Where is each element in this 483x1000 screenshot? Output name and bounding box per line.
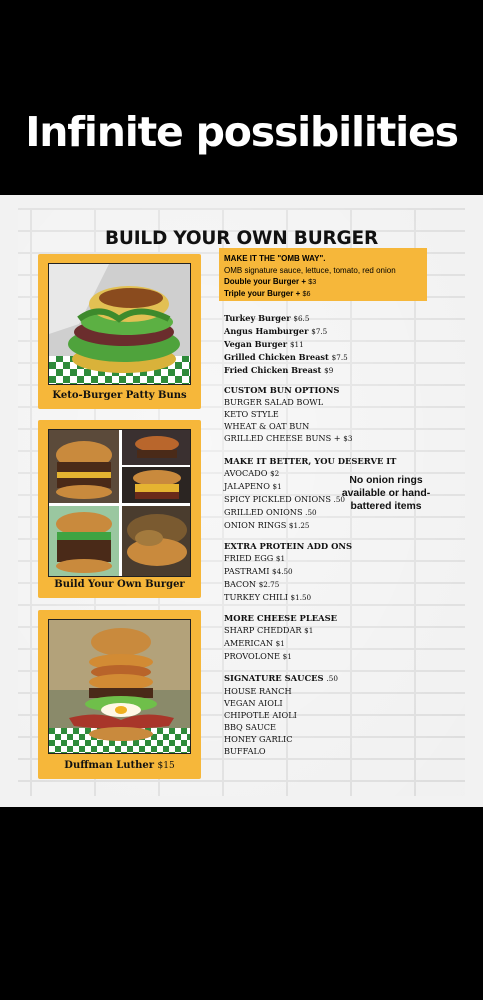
list-item: Fried Chicken Breast $9 — [224, 365, 334, 375]
list-item: Angus Hamburger $7.5 — [224, 326, 328, 336]
omb-triple: Triple your Burger + $6 — [224, 288, 311, 298]
list-item: BACON $2.75 — [224, 579, 280, 589]
section-heading: SIGNATURE SAUCES .50 — [224, 673, 338, 683]
extra-protein-section: EXTRA PROTEIN ADD ONS FRIED EGG $1 PASTR… — [224, 540, 352, 604]
list-item: BBQ SAUCE — [224, 722, 277, 732]
signature-sauces-section: SIGNATURE SAUCES .50 HOUSE RANCH VEGAN A… — [224, 672, 338, 757]
list-item: BURGER SALAD BOWL — [224, 397, 324, 407]
list-item: PROVOLONE $1 — [224, 651, 292, 661]
list-item: Grilled Chicken Breast $7.5 — [224, 352, 348, 362]
omb-double: Double your Burger + $3 — [224, 277, 317, 286]
menu-title: BUILD YOUR OWN BURGER — [104, 228, 379, 249]
section-heading: CUSTOM BUN OPTIONS — [224, 385, 340, 395]
list-item: PASTRAMI $4.50 — [224, 566, 293, 576]
list-item: GRILLED CHEESE BUNS + $3 — [224, 433, 353, 443]
duffman-luther-price: $15 — [157, 761, 175, 771]
duffman-luther-photo — [48, 619, 191, 754]
list-item: KETO STYLE — [224, 409, 279, 419]
headline: Infinite possibilities — [25, 108, 459, 156]
more-cheese-section: MORE CHEESE PLEASE SHARP CHEDDAR $1 AMER… — [224, 612, 337, 663]
list-item: Turkey Burger $6.5 — [224, 313, 310, 323]
list-item: FRIED EGG $1 — [224, 553, 286, 563]
omb-heading: MAKE IT THE "OMB WAY". — [224, 254, 326, 263]
bun-options-section: CUSTOM BUN OPTIONS BURGER SALAD BOWL KET… — [224, 384, 352, 445]
duffman-luther-name: Duffman Luther — [64, 760, 155, 771]
card-caption: Build Your Own Burger — [54, 579, 185, 590]
list-item: TURKEY CHILI $1.50 — [224, 592, 312, 602]
duffman-luther-card: Duffman Luther $15 — [38, 610, 201, 779]
keto-burger-card: Keto-Burger Patty Buns — [38, 254, 201, 409]
list-item: HOUSE RANCH — [224, 686, 292, 696]
list-item: CHIPOTLE AIOLI — [224, 710, 297, 720]
list-item: VEGAN AIOLI — [224, 698, 283, 708]
list-item: BUFFALO — [224, 746, 266, 756]
burger-list: Turkey Burger $6.5 Angus Hamburger $7.5 … — [224, 312, 348, 377]
burger-collage-photo — [48, 429, 191, 577]
omb-way-box: MAKE IT THE "OMB WAY". OMB signature sau… — [219, 248, 427, 301]
list-item: SHARP CHEDDAR $1 — [224, 625, 314, 635]
list-item: WHEAT & OAT BUN — [224, 421, 310, 431]
build-burger-card: Build Your Own Burger — [38, 420, 201, 598]
onion-rings-note: No onion rings available or hand-battere… — [341, 475, 431, 512]
omb-description: OMB signature sauce, lettuce, tomato, re… — [224, 265, 396, 275]
keto-burger-photo — [48, 263, 191, 385]
section-heading: MAKE IT BETTER, YOU DESERVE IT — [224, 456, 397, 466]
card-caption: Duffman Luther $15 — [38, 760, 201, 771]
list-item: Vegan Burger $11 — [224, 339, 304, 349]
list-item: AMERICAN $1 — [224, 638, 285, 648]
section-heading: MORE CHEESE PLEASE — [224, 613, 338, 623]
list-item: HONEY GARLIC — [224, 734, 293, 744]
card-caption: Keto-Burger Patty Buns — [52, 390, 187, 401]
section-heading: EXTRA PROTEIN ADD ONS — [224, 541, 353, 551]
list-item: ONION RINGS $1.25 — [224, 520, 310, 530]
